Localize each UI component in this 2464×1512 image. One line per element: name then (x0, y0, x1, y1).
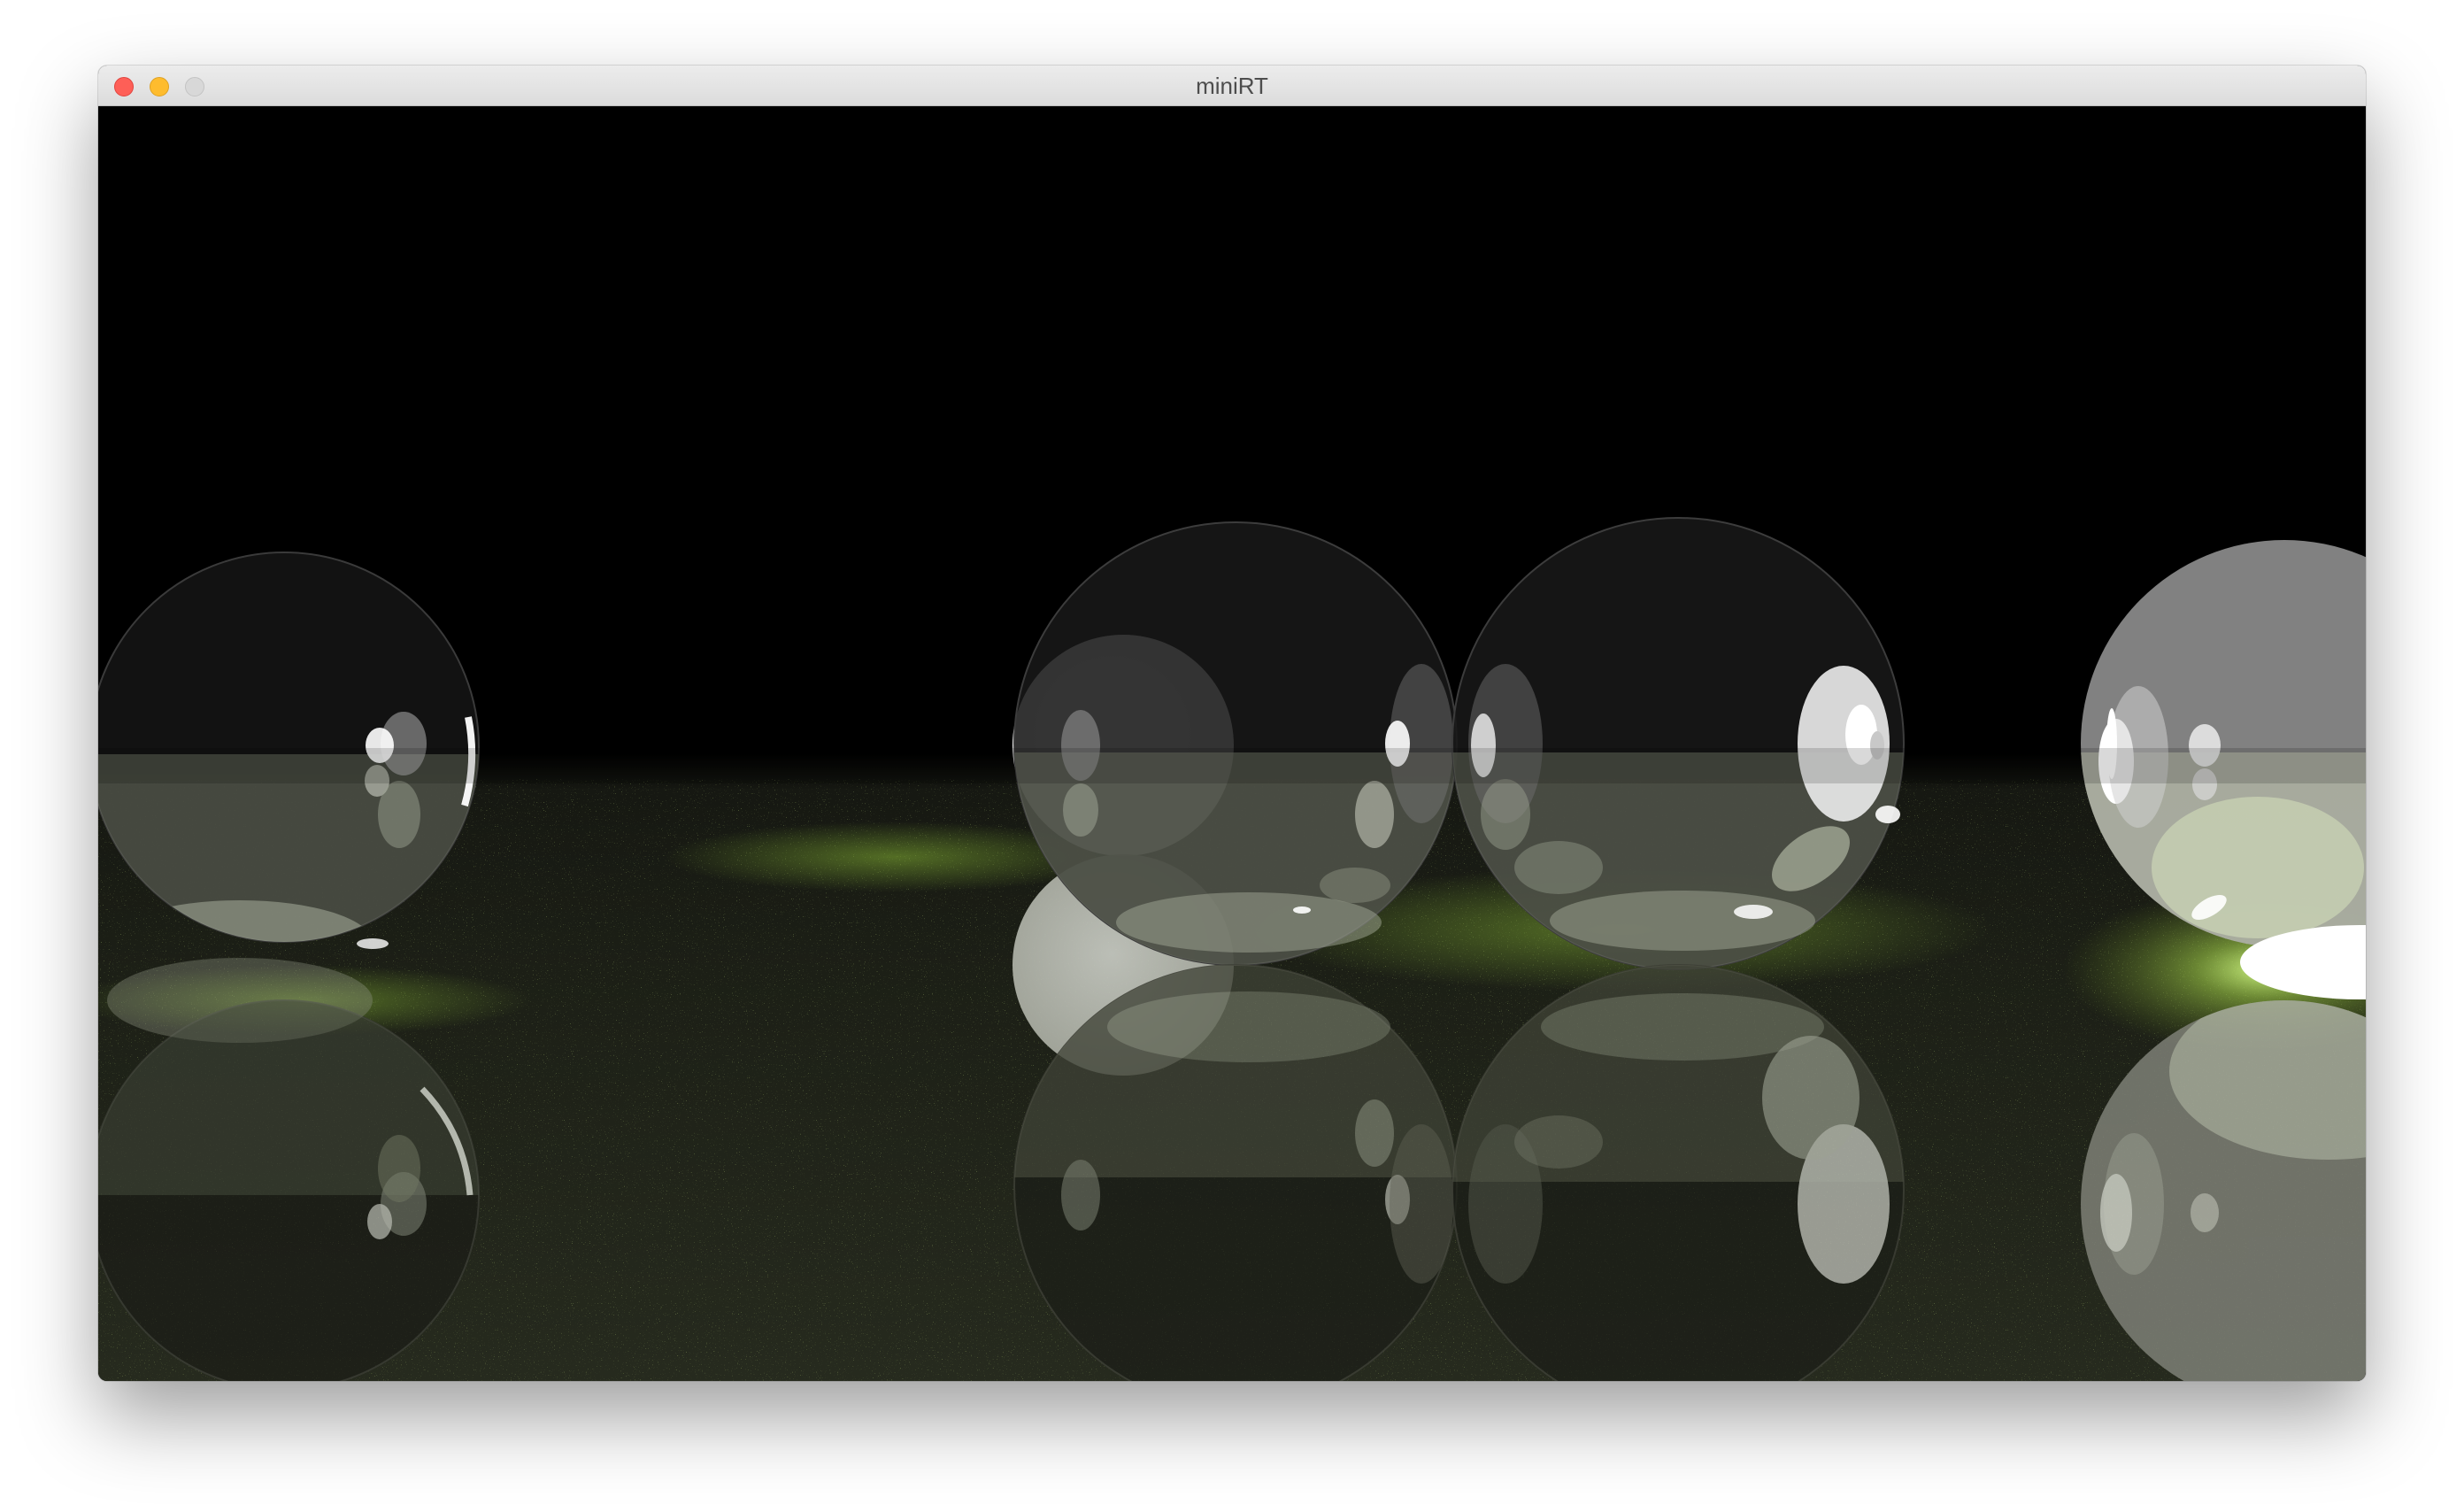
horizon-fade (98, 748, 2366, 783)
rendered-scene (98, 517, 2366, 1381)
title-bar[interactable]: miniRT (98, 66, 2366, 106)
render-canvas (98, 106, 2366, 1381)
window-title: miniRT (1196, 73, 1268, 99)
app-window: miniRT (98, 66, 2366, 1381)
